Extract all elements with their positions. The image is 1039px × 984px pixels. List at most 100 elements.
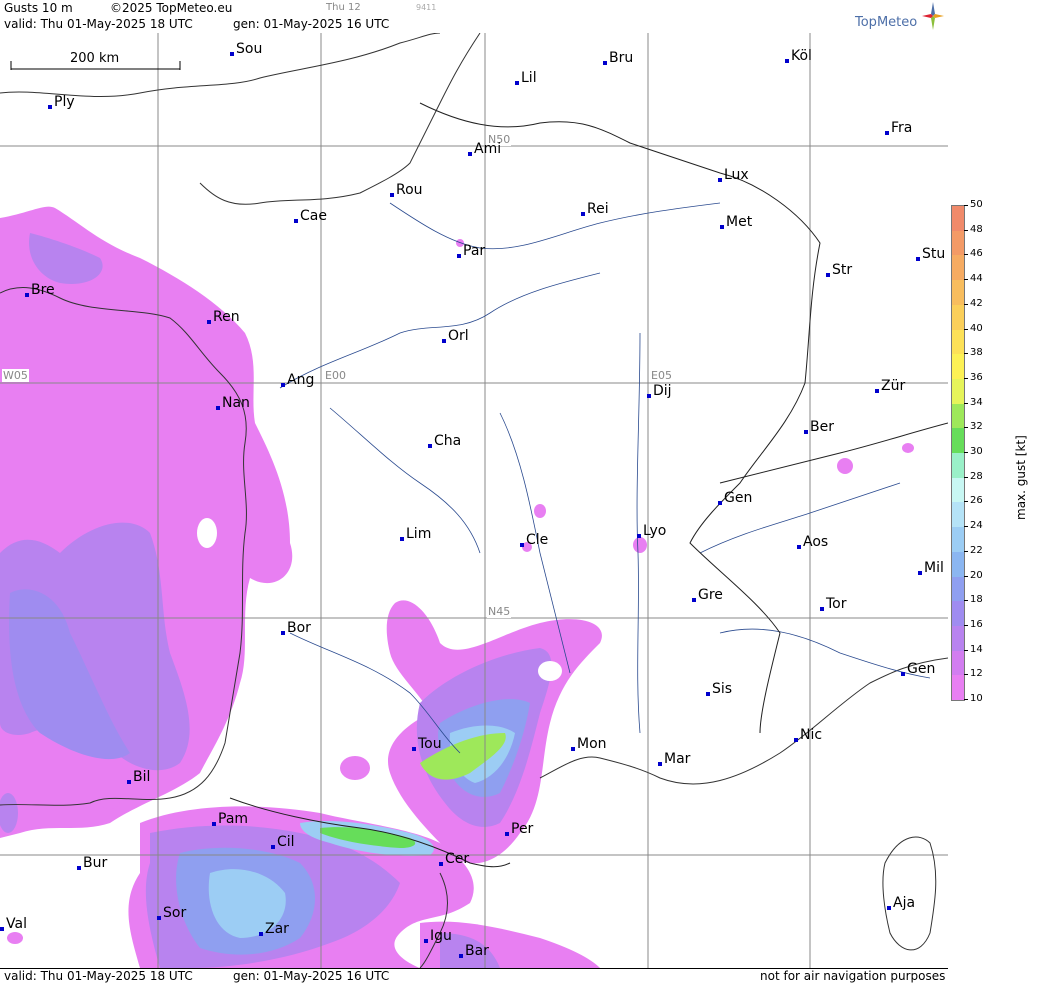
city-tor[interactable]: Tor: [820, 597, 847, 611]
city-mar[interactable]: Mar: [658, 752, 690, 766]
legend-title: max. gust [kt]: [1014, 435, 1028, 520]
city-cer[interactable]: Cer: [439, 852, 469, 866]
city-gen1[interactable]: Gen: [718, 491, 752, 505]
legend-tick-mark: [964, 501, 968, 503]
legend-tick-label: 28: [970, 470, 983, 482]
city-pam[interactable]: Pam: [212, 812, 248, 826]
city-sis[interactable]: Sis: [706, 682, 732, 696]
color-legend: 50 48 46 44 42 40 38 36 34 32 30 28 26 24 22 20 18 16 14 12…: [948, 0, 1039, 983]
legend-tick-mark: [964, 205, 968, 206]
legend-tick-label: 10: [970, 693, 983, 704]
city-marker-icon: [520, 543, 524, 547]
city-ber[interactable]: Ber: [804, 420, 834, 434]
city-met[interactable]: Met: [720, 215, 752, 229]
city-bur[interactable]: Bur: [77, 856, 107, 870]
city-aos[interactable]: Aos: [797, 535, 828, 549]
city-orl[interactable]: Orl: [442, 329, 469, 343]
disclaimer: not for air navigation purposes: [760, 969, 946, 983]
city-lux[interactable]: Lux: [718, 168, 749, 182]
city-cae[interactable]: Cae: [294, 209, 327, 223]
legend-tick-label: 40: [970, 322, 983, 334]
city-marker-icon: [826, 273, 830, 277]
city-marker-icon: [797, 545, 801, 549]
legend-tick-label: 36: [970, 371, 983, 383]
city-marker-icon: [48, 105, 52, 109]
city-rou[interactable]: Rou: [390, 183, 423, 197]
footer-gen-time: gen: 01-May-2025 16 UTC: [233, 969, 390, 983]
city-cle[interactable]: Cle: [520, 533, 548, 547]
city-ply[interactable]: Ply: [48, 95, 75, 109]
city-aja[interactable]: Aja: [887, 896, 915, 910]
city-tou[interactable]: Tou: [412, 737, 442, 751]
city-zur[interactable]: Zür: [875, 379, 905, 393]
city-bre[interactable]: Bre: [25, 283, 55, 297]
legend-swatch: [952, 650, 964, 676]
legend-tick-label: 14: [970, 643, 983, 655]
city-bil[interactable]: Bil: [127, 770, 150, 784]
legend-swatch: [952, 206, 964, 232]
city-marker-icon: [428, 444, 432, 448]
map-area[interactable]: N50 N45 W05 E00 E05 200 km Sou Bru Köl P…: [0, 33, 949, 968]
city-marker-icon: [706, 692, 710, 696]
brand-logo-text: TopMeteo: [855, 15, 918, 30]
city-ami[interactable]: Ami: [468, 142, 501, 156]
city-bor[interactable]: Bor: [281, 621, 311, 635]
city-marker-icon: [820, 607, 824, 611]
borders: [229, 102, 948, 868]
city-marker-icon: [77, 866, 81, 870]
city-cha[interactable]: Cha: [428, 434, 461, 448]
city-zar[interactable]: Zar: [259, 922, 289, 936]
legend-tick-mark: [964, 328, 968, 330]
city-str[interactable]: Str: [826, 263, 852, 277]
grid-label-e00: E00: [324, 369, 347, 382]
city-marker-icon: [794, 738, 798, 742]
city-per[interactable]: Per: [505, 822, 533, 836]
city-lyo[interactable]: Lyo: [637, 524, 666, 538]
city-mon[interactable]: Mon: [571, 737, 607, 751]
city-marker-icon: [804, 430, 808, 434]
legend-tick-mark: [964, 254, 968, 256]
city-nan[interactable]: Nan: [216, 396, 250, 410]
city-bru[interactable]: Bru: [603, 51, 633, 65]
city-marker-icon: [785, 59, 789, 63]
city-nic[interactable]: Nic: [794, 728, 822, 742]
city-igu[interactable]: Igu: [424, 929, 452, 943]
city-marker-icon: [875, 389, 879, 393]
city-marker-icon: [468, 152, 472, 156]
city-bar[interactable]: Bar: [459, 944, 489, 958]
legend-tick-mark: [964, 476, 968, 478]
legend-tick-mark: [964, 600, 968, 602]
city-val[interactable]: Val: [0, 917, 27, 931]
city-mil[interactable]: Mil: [918, 561, 944, 575]
city-dij[interactable]: Dij: [647, 384, 672, 398]
city-ang[interactable]: Ang: [281, 373, 314, 387]
city-ren[interactable]: Ren: [207, 310, 240, 324]
city-sou[interactable]: Sou: [230, 42, 262, 56]
city-marker-icon: [637, 534, 641, 538]
city-kol[interactable]: Köl: [785, 49, 812, 63]
code-label: 9411: [416, 3, 437, 12]
legend-tick-label: 12: [970, 668, 983, 680]
city-stu[interactable]: Stu: [916, 247, 945, 261]
city-rei[interactable]: Rei: [581, 202, 609, 216]
city-cil[interactable]: Cil: [271, 835, 295, 849]
city-gre[interactable]: Gre: [692, 588, 723, 602]
legend-swatch: [952, 625, 964, 652]
copyright: ©2025 TopMeteo.eu: [110, 1, 233, 15]
city-lil[interactable]: Lil: [515, 71, 537, 85]
city-fra[interactable]: Fra: [885, 121, 912, 135]
city-marker-icon: [412, 747, 416, 751]
city-marker-icon: [887, 906, 891, 910]
city-marker-icon: [692, 598, 696, 602]
city-par[interactable]: Par: [457, 244, 485, 258]
city-marker-icon: [157, 916, 161, 920]
city-marker-icon: [230, 52, 234, 56]
city-sor[interactable]: Sor: [157, 906, 186, 920]
city-lim[interactable]: Lim: [400, 527, 431, 541]
valid-time: valid: Thu 01-May-2025 18 UTC: [4, 17, 193, 31]
city-gen2[interactable]: Gen: [901, 662, 935, 676]
legend-tick-label: 46: [970, 248, 983, 260]
legend-swatch: [952, 428, 964, 454]
gen-time: gen: 01-May-2025 16 UTC: [233, 17, 390, 31]
city-marker-icon: [271, 845, 275, 849]
